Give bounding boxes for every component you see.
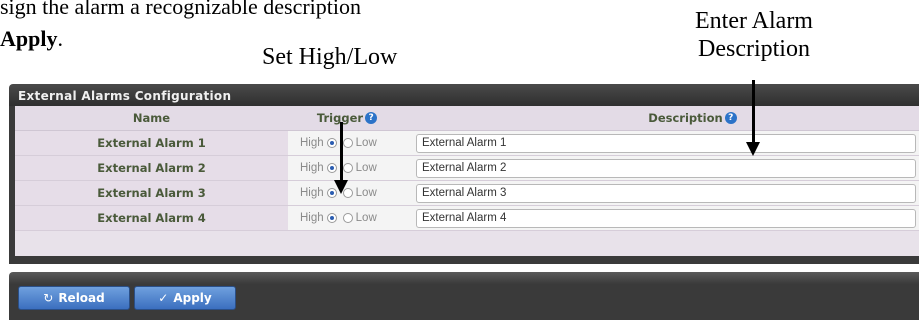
- alarm-name: External Alarm 2: [97, 161, 206, 175]
- doc-apply-bold: Apply: [0, 26, 58, 51]
- table-header-row: Name Trigger ? Description ?: [15, 106, 919, 131]
- trigger-cell: High Low: [288, 206, 406, 230]
- check-icon: ✓: [158, 291, 169, 305]
- description-cell: External Alarm 3: [406, 181, 919, 205]
- reload-button[interactable]: ↻ Reload: [18, 286, 130, 310]
- table-row: External Alarm 2 High Low External Alarm…: [15, 156, 919, 181]
- alarms-table: Name Trigger ? Description ? External Al…: [15, 106, 919, 256]
- trigger-high-label: High: [300, 187, 324, 199]
- table-row: External Alarm 1 High Low External Alarm…: [15, 131, 919, 156]
- trigger-low-label: Low: [355, 187, 377, 199]
- table-row: External Alarm 3 High Low External Alarm…: [15, 181, 919, 206]
- callout-enter-line-2: Description: [698, 35, 810, 62]
- reload-label: Reload: [58, 291, 105, 305]
- trigger-cell: High Low: [288, 131, 406, 155]
- panel-title: External Alarms Configuration: [18, 89, 232, 103]
- arrow-description-head: [746, 142, 760, 156]
- trigger-low-label: Low: [355, 137, 377, 149]
- alarm-name: External Alarm 4: [97, 211, 206, 225]
- header-description: Description ?: [406, 106, 919, 130]
- trigger-high-radio[interactable]: [326, 138, 337, 148]
- trigger-high-label: High: [300, 162, 324, 174]
- trigger-low-radio[interactable]: [342, 213, 353, 223]
- description-input[interactable]: External Alarm 4: [416, 209, 916, 228]
- refresh-icon: ↻: [43, 291, 54, 305]
- trigger-high-label: High: [300, 137, 324, 149]
- header-description-label: Description: [648, 111, 723, 125]
- header-name: Name: [132, 111, 171, 125]
- callout-enter-line-1: Enter Alarm: [695, 8, 813, 34]
- table-row: External Alarm 4 High Low External Alarm…: [15, 206, 919, 231]
- description-help-icon[interactable]: ?: [724, 112, 737, 124]
- header-trigger: Trigger ?: [288, 106, 406, 130]
- arrow-trigger-head: [334, 180, 348, 194]
- doc-text-line-2: Apply.: [0, 26, 63, 52]
- trigger-help-icon[interactable]: ?: [365, 112, 378, 124]
- alarm-name: External Alarm 3: [97, 186, 206, 200]
- description-input[interactable]: External Alarm 1: [416, 134, 916, 153]
- alarm-name: External Alarm 1: [97, 136, 206, 150]
- trigger-low-label: Low: [355, 212, 377, 224]
- description-cell: External Alarm 2: [406, 156, 919, 180]
- trigger-high-label: High: [300, 212, 324, 224]
- arrow-trigger-shaft: [340, 122, 343, 180]
- description-input[interactable]: External Alarm 3: [416, 184, 916, 203]
- trigger-cell: High Low: [288, 156, 406, 180]
- callout-set-high-low: Set High/Low: [262, 44, 398, 70]
- description-cell: External Alarm 4: [406, 206, 919, 230]
- trigger-high-radio[interactable]: [326, 163, 337, 173]
- apply-label: Apply: [173, 291, 212, 305]
- trigger-low-label: Low: [355, 162, 377, 174]
- external-alarms-panel: External Alarms Configuration Name Trigg…: [9, 84, 919, 264]
- apply-button[interactable]: ✓ Apply: [134, 286, 236, 310]
- arrow-description-shaft: [752, 80, 755, 142]
- trigger-low-radio[interactable]: [342, 138, 353, 148]
- doc-text-line-1: sign the alarm a recognizable descriptio…: [0, 0, 362, 19]
- bottom-toolbar: ↻ Reload ✓ Apply: [9, 272, 919, 320]
- description-input[interactable]: External Alarm 2: [416, 159, 916, 178]
- trigger-low-radio[interactable]: [342, 163, 353, 173]
- description-cell: External Alarm 1: [406, 131, 919, 155]
- doc-period: .: [57, 26, 63, 51]
- callout-enter-description: Enter Alarm Description: [684, 8, 824, 63]
- trigger-high-radio[interactable]: [326, 213, 337, 223]
